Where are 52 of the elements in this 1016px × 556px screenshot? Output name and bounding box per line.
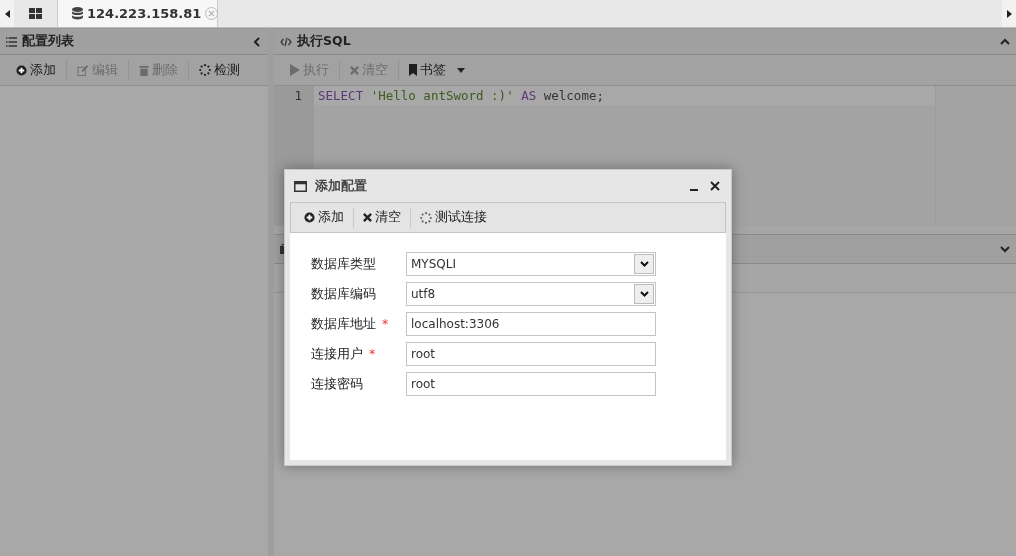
left-arrow-icon: [4, 9, 10, 18]
list-icon: [6, 36, 17, 47]
bookmark-icon: [409, 64, 417, 76]
field-label: 连接用户: [311, 345, 363, 363]
line-number: 1: [293, 87, 303, 105]
scroll-left-button[interactable]: [0, 0, 14, 27]
panel-title: 执行SQL: [297, 33, 352, 50]
right-arrow-icon: [1006, 9, 1012, 18]
select-field[interactable]: MYSQLI: [406, 252, 656, 276]
tab-label: 124.223.158.81: [87, 6, 202, 21]
code-icon: [280, 36, 292, 47]
plus-circle-icon: [16, 64, 27, 76]
field-label: 连接密码: [311, 375, 363, 393]
expand-icon[interactable]: [1000, 244, 1010, 254]
chevron-down-icon: [639, 261, 649, 267]
required-mark: *: [369, 345, 376, 363]
caret-icon: [457, 67, 465, 73]
required-mark: *: [382, 315, 389, 333]
scroll-right-button[interactable]: [1002, 0, 1016, 27]
toolbar-button[interactable]: 清空: [354, 207, 410, 228]
chevron-down-icon: [639, 291, 649, 297]
tab[interactable]: 124.223.158.81: [58, 0, 218, 27]
toolbar-button[interactable]: 测试连接: [411, 207, 496, 228]
database-icon: [72, 7, 83, 20]
collapse-icon[interactable]: [252, 36, 262, 47]
close-button[interactable]: [708, 181, 722, 191]
input-field[interactable]: root: [406, 372, 656, 396]
toolbar-button[interactable]: 添加: [295, 207, 353, 228]
input-field[interactable]: localhost:3306: [406, 312, 656, 336]
panel-title: 配置列表: [22, 33, 75, 50]
spinner-icon: [420, 211, 432, 224]
dialog-title: 添加配置: [315, 177, 368, 195]
plus-circle-icon: [304, 212, 315, 223]
play-icon: [290, 64, 300, 76]
toolbar-button[interactable]: 书签: [399, 60, 475, 80]
window-icon: [294, 180, 307, 192]
select-field[interactable]: utf8: [406, 282, 656, 306]
trash-icon: [139, 64, 149, 76]
field-label: 数据库地址: [311, 315, 376, 333]
field-label: 数据库类型: [311, 255, 376, 273]
close-icon: [710, 181, 720, 191]
close-icon: [350, 65, 359, 75]
collapse-icon[interactable]: [1000, 36, 1010, 47]
toolbar-button[interactable]: 检测: [189, 60, 250, 80]
field-label: 数据库编码: [311, 285, 376, 303]
spinner-icon: [199, 64, 211, 76]
grid-icon: [29, 8, 42, 19]
close-icon: [363, 213, 372, 222]
toolbar-button[interactable]: 添加: [6, 60, 66, 80]
input-field[interactable]: root: [406, 342, 656, 366]
edit-icon: [77, 64, 89, 76]
minimize-icon: [690, 188, 698, 191]
